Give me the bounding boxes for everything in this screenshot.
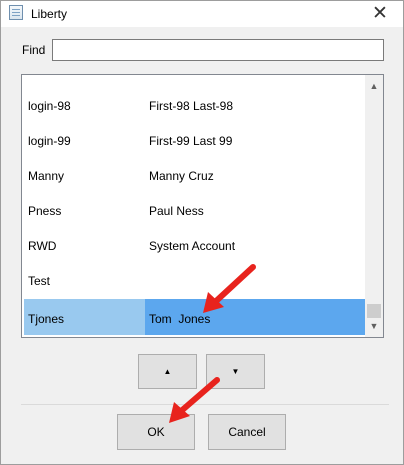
login-cell: RWD — [28, 239, 57, 253]
full-name-cell: Tom Jones — [149, 312, 211, 326]
window-title: Liberty — [31, 7, 68, 21]
list-row[interactable]: Manny Manny Cruz — [22, 159, 365, 194]
user-list-rows: login-98 First-98 Last-98 login-99 First-99… — [22, 75, 365, 337]
login-cell: Manny — [28, 169, 65, 183]
find-input[interactable] — [52, 39, 384, 61]
caret-down-icon: ▼ — [231, 367, 240, 376]
full-name-cell: First-98 Last-98 — [149, 99, 234, 113]
title-bar: Liberty ✕ — [1, 1, 403, 27]
scroll-thumb[interactable] — [367, 304, 381, 318]
move-down-button[interactable]: ▼ — [206, 354, 265, 389]
caret-up-icon: ▲ — [163, 367, 172, 376]
separator — [21, 404, 389, 405]
cancel-button[interactable]: Cancel — [208, 414, 286, 450]
list-row[interactable]: Pness Paul Ness — [22, 194, 365, 229]
move-up-button[interactable]: ▲ — [138, 354, 197, 389]
full-name-cell: Paul Ness — [149, 204, 204, 218]
list-row[interactable]: login-99 First-99 Last 99 — [22, 124, 365, 159]
scroll-down-icon[interactable]: ▼ — [365, 318, 383, 334]
login-cell: Tjones — [28, 312, 65, 326]
vertical-scrollbar[interactable]: ▲ ▼ — [365, 75, 383, 337]
user-list[interactable]: login-98 First-98 Last-98 login-99 First-99… — [21, 74, 384, 338]
full-name-cell: Manny Cruz — [149, 169, 214, 183]
list-row[interactable]: Tjones Tom Jones — [22, 299, 365, 335]
full-name-cell: System Account — [149, 239, 236, 253]
login-cell: login-99 — [28, 134, 71, 148]
list-row[interactable]: login-98 First-98 Last-98 — [22, 89, 365, 124]
list-row[interactable]: Test — [22, 264, 365, 299]
scroll-up-icon[interactable]: ▲ — [365, 78, 383, 94]
full-name-cell: First-99 Last 99 — [149, 134, 233, 148]
app-icon — [9, 5, 23, 20]
login-cell: Pness — [28, 204, 62, 218]
login-cell: Test — [28, 274, 51, 288]
list-row[interactable]: RWD System Account — [22, 229, 365, 264]
login-cell: login-98 — [28, 99, 71, 113]
dialog-window: Liberty ✕ Find login-98 First-98 Last-98 l… — [0, 0, 404, 465]
find-label: Find — [22, 43, 46, 57]
close-button[interactable]: ✕ — [365, 2, 395, 26]
ok-button[interactable]: OK — [117, 414, 195, 450]
